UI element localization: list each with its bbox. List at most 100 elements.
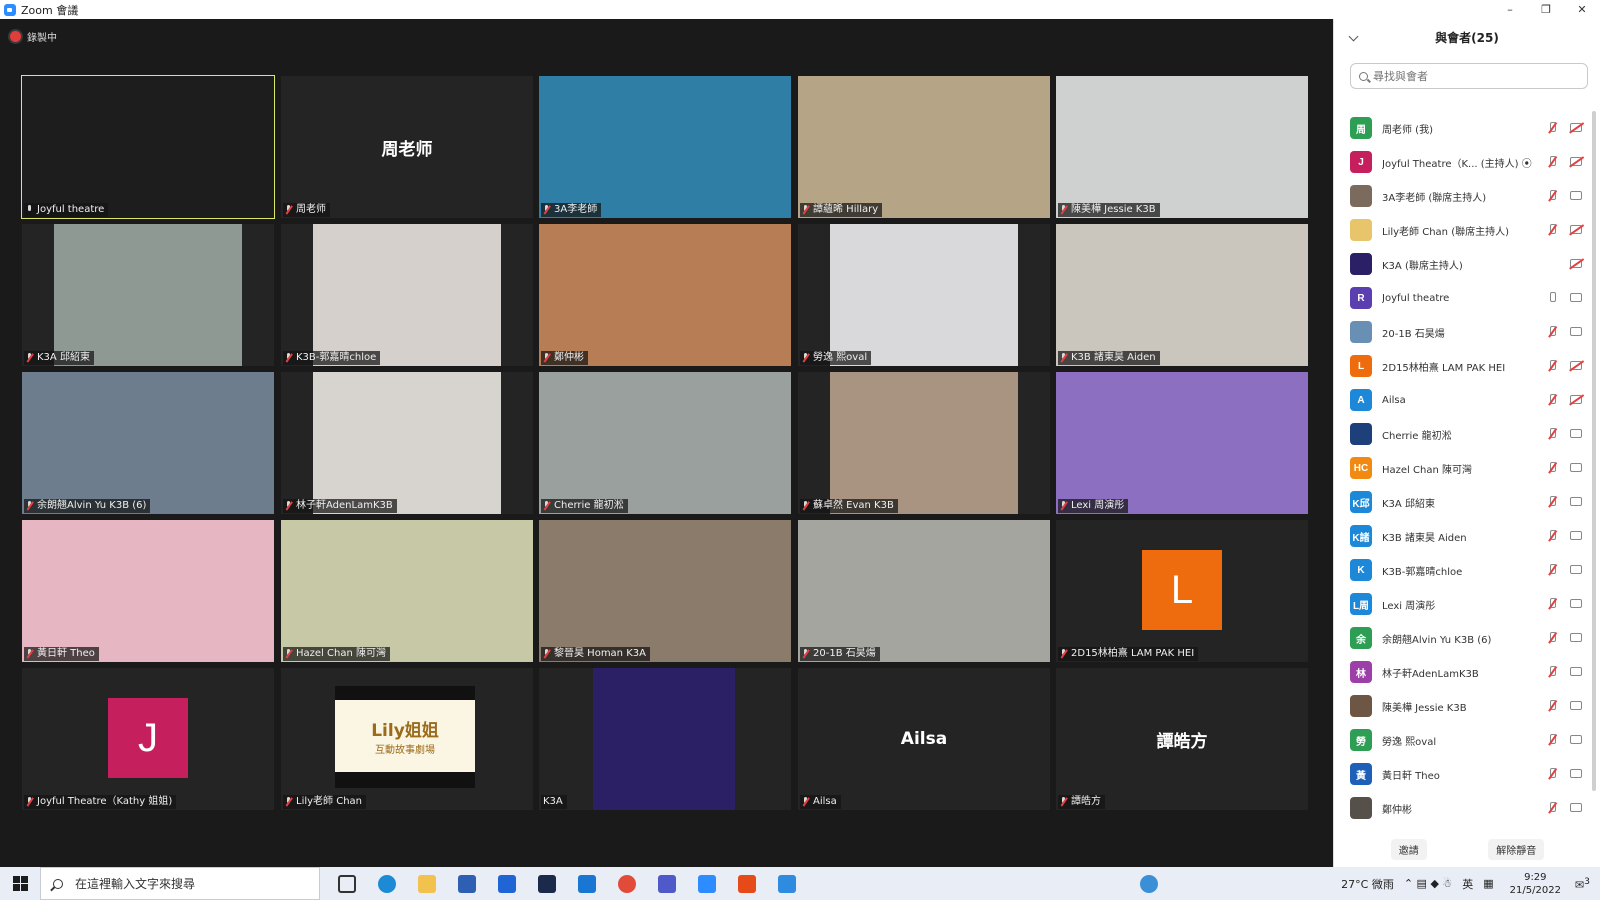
collapse-chevron-icon[interactable] <box>1348 31 1359 42</box>
mic-muted-icon[interactable] <box>1547 768 1557 780</box>
dropbox-icon[interactable] <box>498 875 516 893</box>
participant-row[interactable]: 鄭仲彬 <box>1334 791 1596 825</box>
video-off-icon[interactable] <box>1570 259 1582 268</box>
video-tile[interactable]: 3A李老師 <box>539 76 791 218</box>
video-tile[interactable]: 蘇卓然 Evan K3B <box>798 372 1050 514</box>
participant-row[interactable]: 陳美樺 Jessie K3B <box>1334 689 1596 723</box>
start-button[interactable] <box>0 867 40 900</box>
mic-muted-icon[interactable] <box>1547 666 1557 678</box>
participant-row[interactable]: J Joyful Theatre（K... (主持人) ⦿ <box>1334 145 1596 179</box>
mic-muted-icon[interactable] <box>1547 360 1557 372</box>
participant-search[interactable] <box>1350 63 1588 89</box>
participant-row[interactable]: A Ailsa <box>1334 383 1596 417</box>
notification-center-icon[interactable]: ✉3 <box>1575 876 1590 892</box>
video-tile[interactable]: Ailsa Ailsa <box>798 668 1050 810</box>
video-off-icon[interactable] <box>1570 123 1582 132</box>
teams-icon[interactable] <box>658 875 676 893</box>
ime-indicator[interactable]: 英 <box>1462 876 1473 892</box>
task-view-icon[interactable] <box>338 875 356 893</box>
video-icon[interactable] <box>1570 293 1582 302</box>
video-tile[interactable]: 譚蘊晞 Hillary <box>798 76 1050 218</box>
video-tile[interactable]: K3A <box>539 668 791 810</box>
video-icon[interactable] <box>1570 735 1582 744</box>
participant-list-scrollbar[interactable] <box>1592 111 1596 791</box>
mic-icon[interactable] <box>1547 292 1557 304</box>
video-tile[interactable]: 余朗翹Alvin Yu K3B (6) <box>22 372 274 514</box>
video-tile[interactable]: 譚皓方 譚皓方 <box>1056 668 1308 810</box>
video-tile[interactable]: Joyful theatre <box>21 75 275 219</box>
file-explorer-icon[interactable] <box>418 875 436 893</box>
mic-muted-icon[interactable] <box>1547 190 1557 202</box>
taskbar-search[interactable]: 在這裡輸入文字來搜尋 <box>40 867 320 900</box>
video-tile[interactable]: J Joyful Theatre（Kathy 姐姐) <box>22 668 274 810</box>
mic-muted-icon[interactable] <box>1547 428 1557 440</box>
video-tile[interactable]: 陳美樺 Jessie K3B <box>1056 76 1308 218</box>
chrome-icon[interactable] <box>618 875 636 893</box>
mic-muted-icon[interactable] <box>1547 530 1557 542</box>
video-tile[interactable]: 林子軒AdenLamK3B <box>281 372 533 514</box>
video-tile[interactable]: 黎晉昊 Homan K3A <box>539 520 791 662</box>
video-off-icon[interactable] <box>1570 395 1582 404</box>
video-off-icon[interactable] <box>1570 225 1582 234</box>
video-tile[interactable]: 勞逸 熙oval <box>798 224 1050 366</box>
video-tile[interactable]: 20-1B 石昊煬 <box>798 520 1050 662</box>
video-tile[interactable]: Lily姐姐 互動故事劇場 Lily老師 Chan <box>281 668 533 810</box>
powershell-icon[interactable] <box>538 875 556 893</box>
unmute-button[interactable]: 解除靜音 <box>1488 838 1545 860</box>
participant-row[interactable]: K K3B-郭嘉晴chloe <box>1334 553 1596 587</box>
participant-row[interactable]: 周周老师 (我) <box>1334 111 1596 145</box>
participant-row[interactable]: K諸 K3B 諸東昊 Aiden <box>1334 519 1596 553</box>
video-tile[interactable]: K3B-郭嘉晴chloe <box>281 224 533 366</box>
video-tile[interactable]: 黃日軒 Theo <box>22 520 274 662</box>
mic-muted-icon[interactable] <box>1547 224 1557 236</box>
participant-row[interactable]: 20-1B 石昊煬 <box>1334 315 1596 349</box>
participant-row[interactable]: 余余朗翹Alvin Yu K3B (6) <box>1334 621 1596 655</box>
video-icon[interactable] <box>1570 531 1582 540</box>
invite-button[interactable]: 邀請 <box>1390 838 1427 860</box>
weather-widget[interactable]: 27°C 微雨 <box>1341 876 1394 892</box>
participant-row[interactable]: R Joyful theatre <box>1334 281 1596 315</box>
mic-muted-icon[interactable] <box>1547 326 1557 338</box>
participant-row[interactable]: 黃黃日軒 Theo <box>1334 757 1596 791</box>
participant-row[interactable]: 3A李老師 (聯席主持人) <box>1334 179 1596 213</box>
zoom-taskbar-icon[interactable] <box>698 875 716 893</box>
video-off-icon[interactable] <box>1570 361 1582 370</box>
keyboard-icon[interactable]: ▦ <box>1483 877 1493 890</box>
restore-button[interactable]: ❐ <box>1528 0 1564 19</box>
video-icon[interactable] <box>1570 429 1582 438</box>
mic-muted-icon[interactable] <box>1547 496 1557 508</box>
participant-row[interactable]: Cherrie 龍初淞 <box>1334 417 1596 451</box>
participant-row[interactable]: Lily老師 Chan (聯席主持人) <box>1334 213 1596 247</box>
participant-row[interactable]: HC Hazel Chan 陳可灣 <box>1334 451 1596 485</box>
video-tile[interactable]: Lexi 周演彤 <box>1056 372 1308 514</box>
video-icon[interactable] <box>1570 565 1582 574</box>
video-icon[interactable] <box>1570 667 1582 676</box>
clock[interactable]: 9:29 21/5/2022 <box>1510 871 1561 897</box>
mic-muted-icon[interactable] <box>1547 802 1557 814</box>
participant-row[interactable]: 林林子軒AdenLamK3B <box>1334 655 1596 689</box>
video-tile[interactable]: 周老师 周老师 <box>281 76 533 218</box>
mic-muted-icon[interactable] <box>1547 394 1557 406</box>
participant-row[interactable]: K3A (聯席主持人) <box>1334 247 1596 281</box>
video-tile[interactable]: L 2D15林柏熹 LAM PAK HEI <box>1056 520 1308 662</box>
video-icon[interactable] <box>1570 327 1582 336</box>
recording-indicator[interactable]: 錄製中 <box>10 29 57 44</box>
video-icon[interactable] <box>1570 803 1582 812</box>
mic-muted-icon[interactable] <box>1547 598 1557 610</box>
participant-row[interactable]: L周 Lexi 周演彤 <box>1334 587 1596 621</box>
participant-row[interactable]: L 2D15林柏熹 LAM PAK HEI <box>1334 349 1596 383</box>
mail-icon[interactable] <box>578 875 596 893</box>
office-icon[interactable] <box>738 875 756 893</box>
video-off-icon[interactable] <box>1570 157 1582 166</box>
video-tile[interactable]: K3A 邱紹東 <box>22 224 274 366</box>
store-icon[interactable] <box>458 875 476 893</box>
minimize-button[interactable]: – <box>1492 0 1528 19</box>
video-icon[interactable] <box>1570 191 1582 200</box>
help-icon[interactable] <box>1140 875 1158 893</box>
video-icon[interactable] <box>1570 463 1582 472</box>
participant-search-input[interactable] <box>1373 69 1573 83</box>
video-icon[interactable] <box>1570 633 1582 642</box>
video-tile[interactable]: Hazel Chan 陳可灣 <box>281 520 533 662</box>
mic-muted-icon[interactable] <box>1547 156 1557 168</box>
video-tile[interactable]: 鄭仲彬 <box>539 224 791 366</box>
